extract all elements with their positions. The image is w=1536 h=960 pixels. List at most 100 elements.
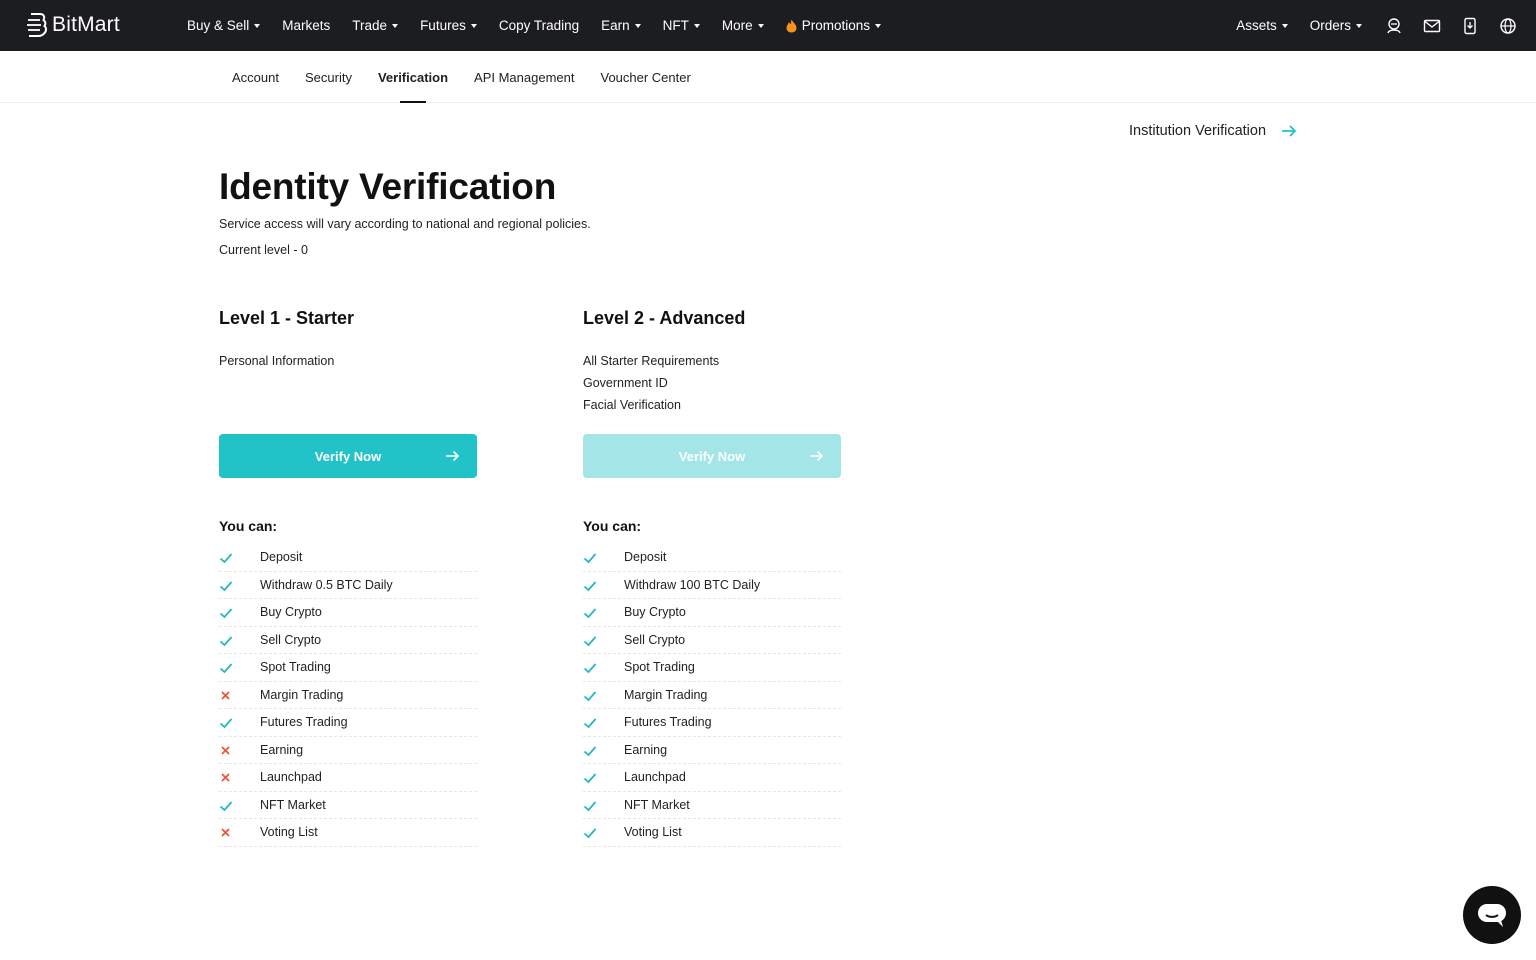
- brand-logo[interactable]: BitMart: [26, 12, 120, 38]
- permission-row: Buy Crypto: [583, 599, 841, 627]
- check-icon: [219, 718, 233, 729]
- nav-copy-trading[interactable]: Copy Trading: [499, 18, 579, 33]
- user-icon[interactable]: [1384, 16, 1404, 36]
- tab-account[interactable]: Account: [232, 51, 279, 103]
- permission-label: Spot Trading: [624, 660, 695, 674]
- cross-icon: [221, 773, 230, 782]
- permission-row: Deposit: [219, 544, 477, 572]
- check-icon: [583, 690, 597, 701]
- permission-label: Spot Trading: [260, 660, 331, 674]
- account-subnav: Account Security Verification API Managemen…: [0, 51, 1536, 103]
- permission-row: Launchpad: [583, 764, 841, 792]
- nav-buy-sell[interactable]: Buy & Sell: [187, 18, 261, 33]
- brand-name: BitMart: [52, 13, 120, 36]
- page-subtitle: Service access will vary according to na…: [219, 217, 591, 231]
- bitmart-logo-icon: [27, 13, 47, 37]
- permission-row: Buy Crypto: [219, 599, 477, 627]
- top-navbar: BitMart Buy & Sell Markets Trade Futures Cop…: [0, 0, 1536, 51]
- tab-verification[interactable]: Verification: [378, 51, 448, 103]
- nav-item-label: NFT: [662, 18, 689, 33]
- permission-label: Sell Crypto: [624, 632, 686, 647]
- tab-api-management[interactable]: API Management: [474, 51, 574, 103]
- caret-down-icon: [254, 23, 261, 28]
- permission-label: NFT Market: [260, 797, 326, 812]
- permission-label: Buy Crypto: [260, 605, 322, 619]
- permission-label: Margin Trading: [260, 687, 344, 702]
- level-title: Level 2 - Advanced: [583, 308, 746, 328]
- permission-row: Voting List: [219, 819, 477, 847]
- nav-item-label: Promotions: [801, 18, 870, 33]
- nav-promotions[interactable]: Promotions: [786, 18, 881, 33]
- permission-row: Launchpad: [219, 764, 477, 792]
- download-icon[interactable]: [1460, 16, 1480, 36]
- nav-trade[interactable]: Trade: [352, 18, 399, 33]
- nav-assets-label: Assets: [1236, 18, 1277, 33]
- permission-label: Futures Trading: [260, 715, 348, 729]
- permission-row: Futures Trading: [583, 709, 841, 737]
- globe-icon[interactable]: [1498, 16, 1518, 36]
- requirement-item: Personal Information: [219, 354, 335, 368]
- requirement-item: Government ID: [583, 376, 668, 390]
- permission-row: Spot Trading: [219, 654, 477, 682]
- nav-item-label: Futures: [420, 18, 466, 33]
- permission-label: Launchpad: [624, 770, 686, 784]
- verify-now-button[interactable]: Verify Now: [583, 434, 841, 478]
- permission-row: Margin Trading: [583, 682, 841, 709]
- nav-more[interactable]: More: [722, 18, 764, 33]
- check-icon: [583, 553, 597, 564]
- permission-label: Deposit: [260, 550, 303, 564]
- chat-icon: [1478, 904, 1506, 927]
- permission-row: NFT Market: [219, 792, 477, 819]
- requirements-list: All Starter Requirements Government ID Fac…: [583, 350, 843, 446]
- permission-label: Voting List: [624, 825, 682, 839]
- permission-label: Earning: [624, 742, 668, 757]
- permission-label: Deposit: [624, 550, 667, 564]
- permission-label: Buy Crypto: [624, 605, 686, 619]
- permission-row: Futures Trading: [219, 709, 477, 737]
- nav-futures[interactable]: Futures: [420, 18, 477, 33]
- permission-row: Voting List: [583, 819, 841, 847]
- check-icon: [583, 800, 597, 811]
- verify-now-button[interactable]: Verify Now: [219, 434, 477, 478]
- permission-label: Withdraw 100 BTC Daily: [624, 577, 761, 592]
- check-icon: [219, 553, 233, 564]
- cross-icon: [221, 745, 230, 755]
- check-icon: [583, 663, 597, 674]
- page-title: Identity Verification: [219, 166, 557, 207]
- permission-row: Spot Trading: [583, 654, 841, 682]
- tab-security[interactable]: Security: [305, 51, 352, 103]
- nav-earn[interactable]: Earn: [601, 18, 641, 33]
- nav-markets[interactable]: Markets: [282, 18, 330, 33]
- requirements-list: Personal Information: [219, 350, 479, 446]
- nav-orders[interactable]: Orders: [1310, 18, 1362, 33]
- level-1-card: Level 1 - Starter Personal Information Ver…: [219, 308, 479, 847]
- permission-row: Withdraw 0.5 BTC Daily: [219, 572, 477, 599]
- chat-support-button[interactable]: [1463, 886, 1521, 944]
- nav-assets[interactable]: Assets: [1236, 18, 1288, 33]
- caret-down-icon: [757, 23, 764, 28]
- requirement-item: Facial Verification: [583, 398, 681, 412]
- permission-label: Earning: [260, 742, 304, 757]
- you-can-heading: You can:: [219, 518, 278, 534]
- verify-now-label: Verify Now: [314, 448, 382, 464]
- permission-row: Margin Trading: [219, 682, 477, 709]
- nav-nft[interactable]: NFT: [663, 18, 700, 33]
- permission-row: Earning: [583, 737, 841, 764]
- cross-icon: [221, 828, 230, 837]
- permission-label: Withdraw 0.5 BTC Daily: [260, 577, 393, 592]
- check-icon: [219, 635, 233, 646]
- permission-row: NFT Market: [583, 792, 841, 819]
- check-icon: [583, 608, 597, 619]
- arrow-right-icon: [1282, 125, 1297, 137]
- permission-row: Sell Crypto: [219, 627, 477, 654]
- current-level: Current level - 0: [219, 243, 308, 257]
- caret-down-icon: [470, 23, 477, 28]
- main-nav: Buy & Sell Markets Trade Futures Copy Tradin…: [187, 0, 903, 51]
- tab-voucher-center[interactable]: Voucher Center: [600, 51, 690, 103]
- nav-item-label: Markets: [282, 18, 331, 33]
- institution-verification-link[interactable]: Institution Verification: [1129, 122, 1298, 140]
- mail-icon[interactable]: [1422, 16, 1442, 36]
- permission-label: Futures Trading: [624, 715, 712, 729]
- permission-row: Withdraw 100 BTC Daily: [583, 572, 841, 599]
- level-2-card: Level 2 - Advanced All Starter Requiremen…: [583, 308, 843, 847]
